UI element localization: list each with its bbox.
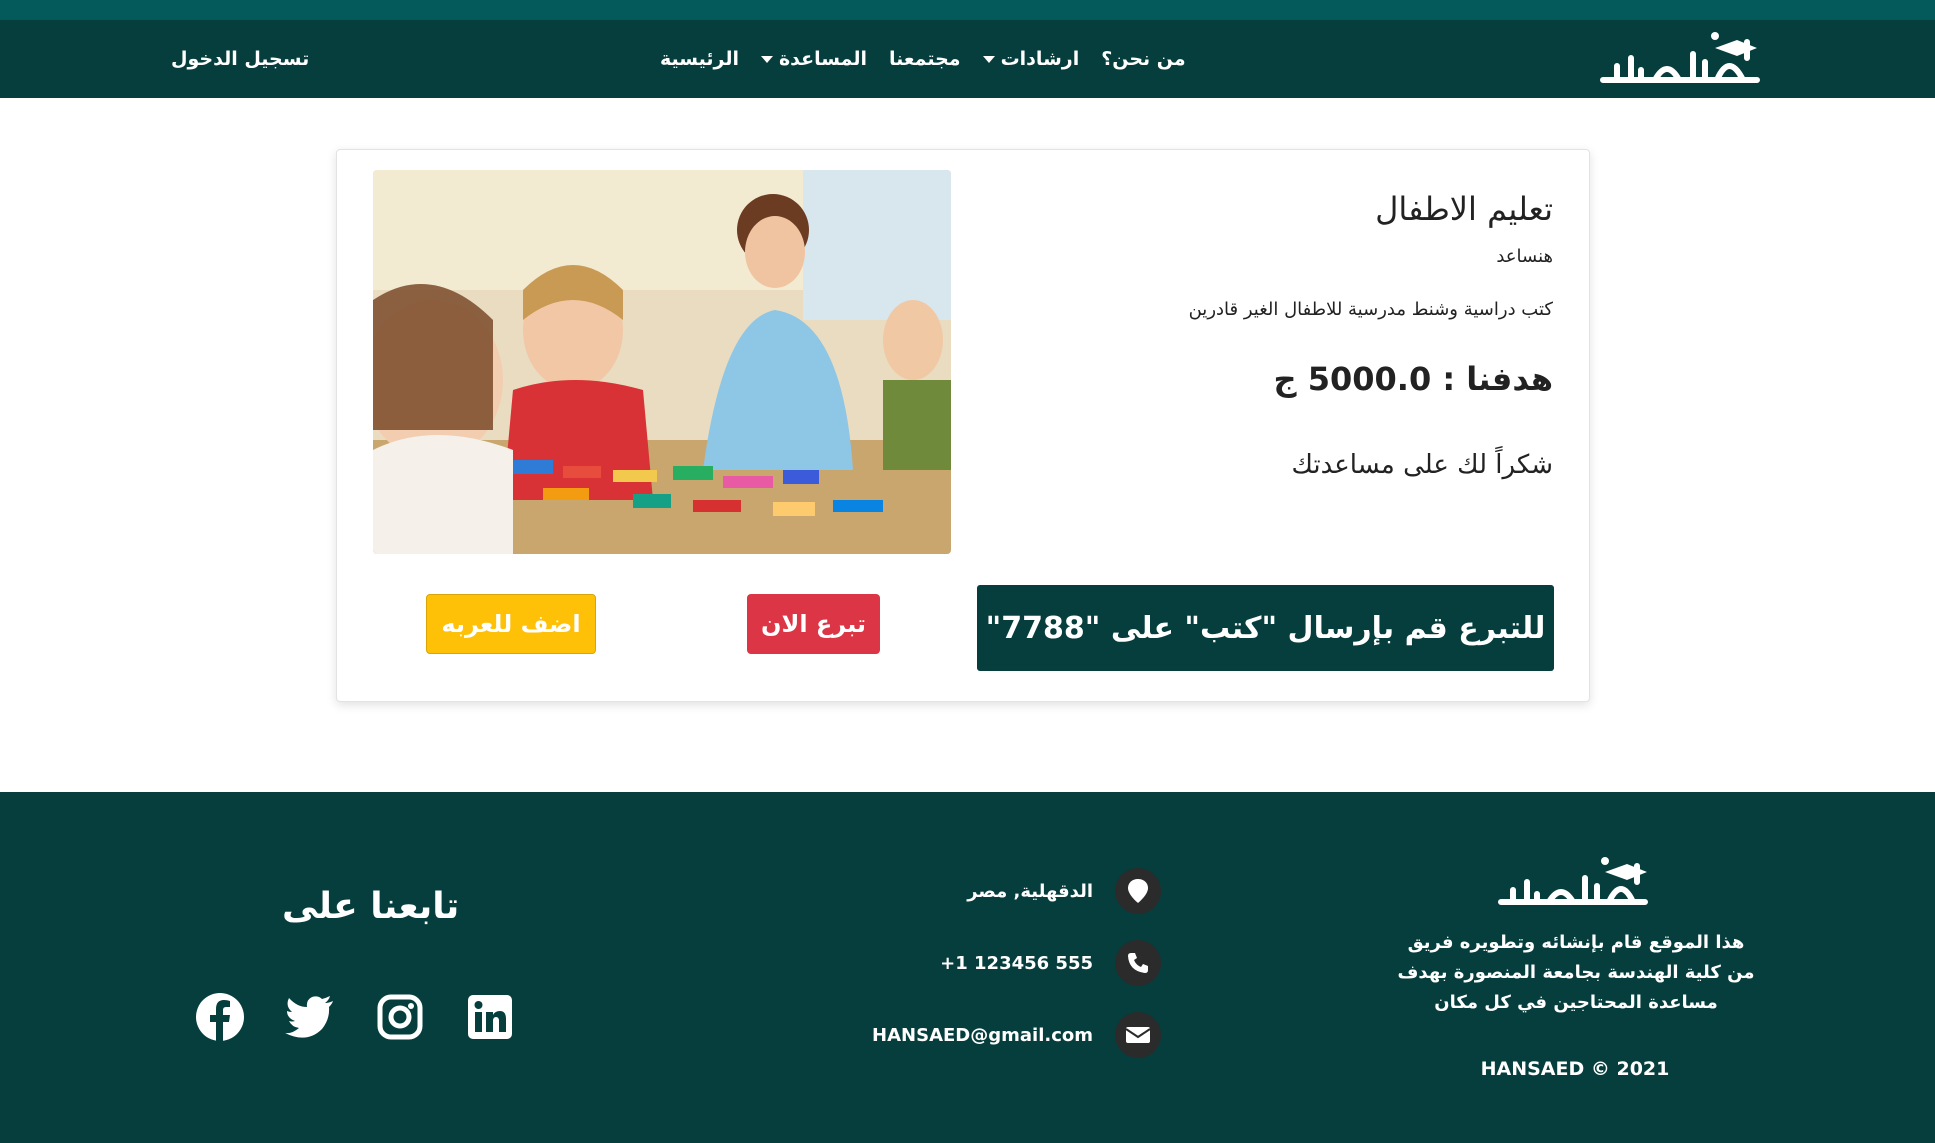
add-to-cart-button[interactable]: اضف للعربه bbox=[426, 594, 596, 654]
linkedin-icon[interactable] bbox=[465, 992, 515, 1042]
campaign-image bbox=[373, 170, 951, 554]
facebook-icon[interactable] bbox=[195, 992, 245, 1042]
email-text[interactable]: HANSAED@gmail.com bbox=[872, 1025, 1093, 1046]
footer-copyright: HANSAED © 2021 bbox=[1480, 1058, 1670, 1080]
campaign-title: تعليم الاطفال bbox=[1375, 190, 1553, 228]
envelope-icon bbox=[1115, 1012, 1161, 1058]
nav-help-label: المساعدة bbox=[778, 48, 867, 70]
hansaed-logo-icon bbox=[1600, 32, 1760, 83]
nav-about[interactable]: من نحن؟ bbox=[1101, 48, 1185, 70]
campaign-details: تعليم الاطفال هنساعد كتب دراسية وشنط مدر… bbox=[993, 180, 1553, 480]
top-strip bbox=[0, 0, 1935, 20]
nav-guidelines-label: ارشادات bbox=[1000, 48, 1080, 70]
chevron-down-icon bbox=[982, 55, 995, 63]
address-text: الدقهلية, مصر bbox=[967, 880, 1093, 902]
nav-community-label: مجتمعنا bbox=[889, 48, 961, 70]
footer-about: هذا الموقع قام بإنشائه وتطويره فريق من ك… bbox=[1397, 932, 1755, 1013]
social-links bbox=[195, 992, 515, 1042]
contact-address: الدقهلية, مصر bbox=[967, 868, 1161, 914]
footer-logo bbox=[1495, 854, 1655, 912]
sms-donation-info: للتبرع قم بإرسال "كتب" على "7788" bbox=[977, 585, 1554, 671]
follow-us-title: تابعنا على bbox=[282, 886, 460, 927]
location-icon bbox=[1115, 868, 1161, 914]
campaign-description: كتب دراسية وشنط مدرسية للاطفال الغير قاد… bbox=[1188, 299, 1553, 320]
footer: هذا الموقع قام بإنشائه وتطويره فريق من ك… bbox=[0, 792, 1935, 1143]
nav-home[interactable]: الرئيسية bbox=[660, 48, 739, 70]
contact-phone: +1 123456 555 bbox=[940, 940, 1161, 986]
twitter-icon[interactable] bbox=[285, 992, 335, 1042]
campaign-goal: هدفنا : 5000.0 ج bbox=[1273, 360, 1553, 398]
campaign-card: تعليم الاطفال هنساعد كتب دراسية وشنط مدر… bbox=[336, 149, 1590, 702]
phone-text[interactable]: +1 123456 555 bbox=[940, 953, 1093, 974]
brand-logo[interactable] bbox=[1597, 28, 1767, 90]
nav-help[interactable]: المساعدة bbox=[760, 48, 867, 70]
nav-home-label: الرئيسية bbox=[660, 48, 739, 70]
campaign-organization: هنساعد bbox=[1496, 246, 1553, 267]
instagram-icon[interactable] bbox=[375, 992, 425, 1042]
nav-about-label: من نحن؟ bbox=[1101, 48, 1186, 70]
contact-email: HANSAED@gmail.com bbox=[872, 1012, 1161, 1058]
login-link[interactable]: تسجيل الدخول bbox=[171, 20, 309, 98]
phone-icon bbox=[1115, 940, 1161, 986]
navbar: الرئيسية المساعدة مجتمعنا ارشادات من نحن… bbox=[0, 20, 1935, 98]
donate-now-button[interactable]: تبرع الان bbox=[747, 594, 880, 654]
thanks-message: شكراً لك على مساعدتك bbox=[1291, 450, 1554, 480]
children-learning-photo bbox=[373, 170, 951, 554]
nav-community[interactable]: مجتمعنا bbox=[889, 48, 961, 70]
chevron-down-icon bbox=[760, 55, 773, 63]
hansaed-logo-icon bbox=[1498, 857, 1648, 905]
main-nav: الرئيسية المساعدة مجتمعنا ارشادات من نحن… bbox=[660, 20, 1186, 98]
nav-guidelines[interactable]: ارشادات bbox=[982, 48, 1080, 70]
